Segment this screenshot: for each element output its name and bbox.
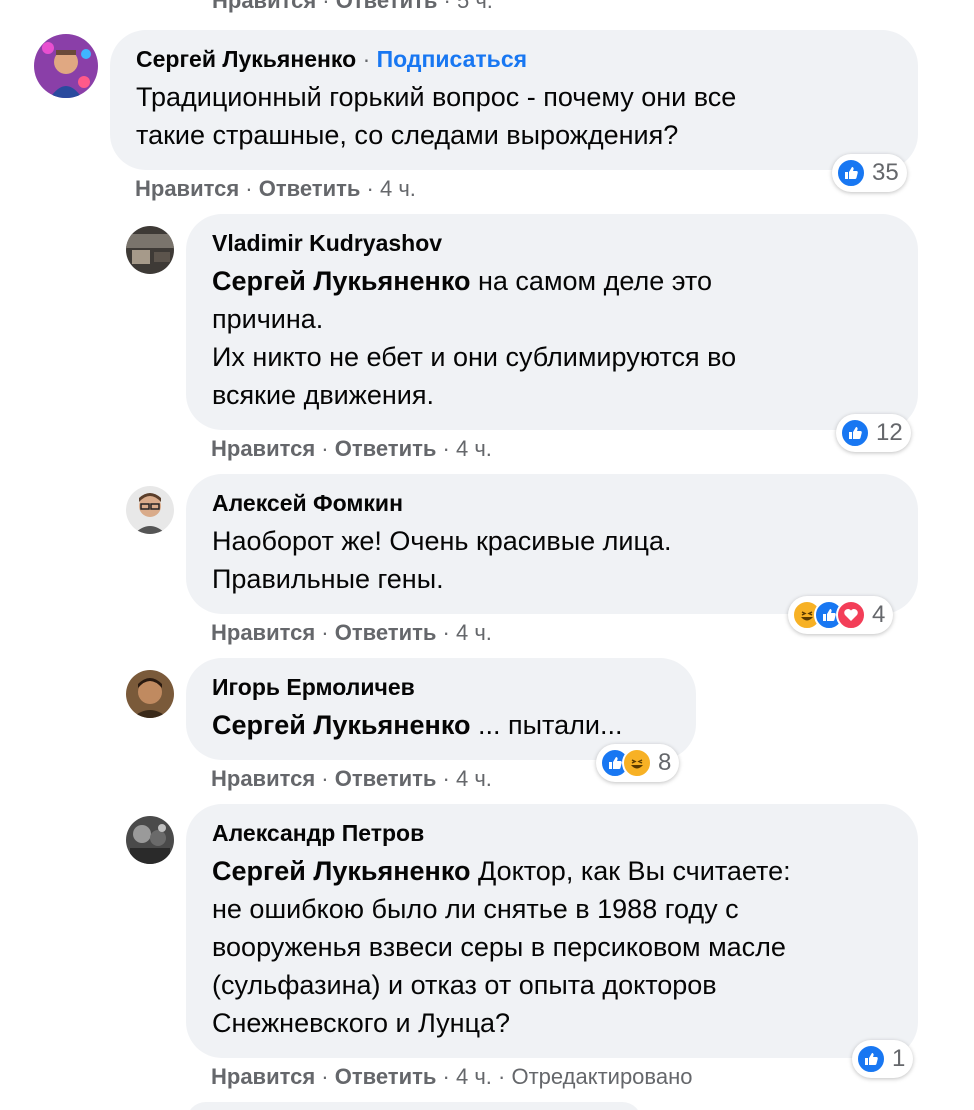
author-name[interactable]: Игорь Ермоличев xyxy=(212,672,670,702)
reply-link[interactable]: Ответить xyxy=(335,620,437,645)
like-link[interactable]: Нравится xyxy=(211,436,315,461)
heart-icon xyxy=(836,600,866,630)
thumbs-up-icon xyxy=(836,158,866,188)
avatar[interactable] xyxy=(126,816,174,864)
avatar[interactable] xyxy=(126,486,174,534)
reply-link[interactable]: Ответить xyxy=(335,766,437,791)
avatar[interactable] xyxy=(126,226,174,274)
comment-actions: Нравится · Ответить · 4 ч. xyxy=(211,766,492,791)
comment-bubble: Сергей Лукьяненко · Подписаться Традицио… xyxy=(110,30,918,170)
avatar[interactable] xyxy=(34,34,98,98)
reaction-count: 4 xyxy=(872,601,886,628)
comment-bubble: Алексей Фомкин Наоборот же! Очень красив… xyxy=(186,474,918,614)
comment-text: Сергей Лукьяненко ... пытали... xyxy=(212,710,623,740)
comment-bubble: Александр Петров Сергей Лукьяненко Докто… xyxy=(186,804,918,1058)
like-link[interactable]: Нравится xyxy=(211,620,315,645)
reaction-count: 8 xyxy=(658,749,672,776)
like-link[interactable]: Нравится xyxy=(135,176,239,201)
comment-time[interactable]: 4 ч. xyxy=(456,436,492,461)
comment-bubble: Vladimir Kudryashov Сергей Лукьяненко на… xyxy=(186,214,918,430)
author-name[interactable]: Сергей Лукьяненко xyxy=(136,46,356,72)
like-link[interactable]: Нравится xyxy=(212,0,316,13)
comment-time[interactable]: 5 ч. xyxy=(457,0,493,13)
comment-text: Наоборот же! Очень красивые лица. Правил… xyxy=(212,526,672,594)
reaction-summary[interactable]: 4 xyxy=(788,596,894,634)
reaction-summary[interactable]: 1 xyxy=(852,1040,914,1078)
thumbs-up-icon xyxy=(856,1044,886,1074)
reply-link[interactable]: Ответить xyxy=(335,436,437,461)
reply-link[interactable]: Ответить xyxy=(335,1064,437,1089)
comment-bubble-next xyxy=(186,1102,642,1110)
edited-label[interactable]: Отредактировано xyxy=(511,1064,692,1089)
like-link[interactable]: Нравится xyxy=(211,766,315,791)
comment-actions: Нравится · Ответить · 4 ч. xyxy=(211,436,492,461)
comment-actions: Нравится · Ответить · 4 ч. xyxy=(135,176,416,201)
reaction-count: 35 xyxy=(872,159,899,186)
mention-link[interactable]: Сергей Лукьяненко xyxy=(212,710,470,740)
reaction-summary[interactable]: 12 xyxy=(836,414,911,452)
comment-time[interactable]: 4 ч. xyxy=(456,1064,492,1089)
comment-time[interactable]: 4 ч. xyxy=(380,176,416,201)
comment-text: Сергей Лукьяненко Доктор, как Вы считает… xyxy=(212,856,791,1038)
author-name[interactable]: Алексей Фомкин xyxy=(212,488,892,518)
comment-text: Традиционный горький вопрос - почему они… xyxy=(136,82,737,150)
mention-link[interactable]: Сергей Лукьяненко xyxy=(212,856,470,886)
reaction-summary[interactable]: 35 xyxy=(832,154,907,192)
laughing-face-icon xyxy=(622,748,652,778)
reaction-summary[interactable]: 8 xyxy=(596,744,680,782)
comment-time[interactable]: 4 ч. xyxy=(456,620,492,645)
mention-link[interactable]: Сергей Лукьяненко xyxy=(212,266,470,296)
reaction-count: 12 xyxy=(876,419,903,446)
comment-actions-previous: Нравится · Ответить · 5 ч. xyxy=(212,0,493,14)
author-name[interactable]: Vladimir Kudryashov xyxy=(212,228,892,258)
comment-actions: Нравится · Ответить · 4 ч. xyxy=(211,620,492,645)
subscribe-link[interactable]: Подписаться xyxy=(377,46,527,72)
comment-time[interactable]: 4 ч. xyxy=(456,766,492,791)
reaction-count: 1 xyxy=(892,1045,906,1072)
reply-link[interactable]: Ответить xyxy=(259,176,361,201)
author-name[interactable]: Александр Петров xyxy=(212,818,892,848)
reply-link[interactable]: Ответить xyxy=(336,0,438,13)
avatar[interactable] xyxy=(126,670,174,718)
comment-actions: Нравится · Ответить · 4 ч. · Отредактиро… xyxy=(211,1064,693,1089)
thumbs-up-icon xyxy=(840,418,870,448)
like-link[interactable]: Нравится xyxy=(211,1064,315,1089)
comment-text: Сергей Лукьяненко на самом деле это прич… xyxy=(212,266,737,410)
